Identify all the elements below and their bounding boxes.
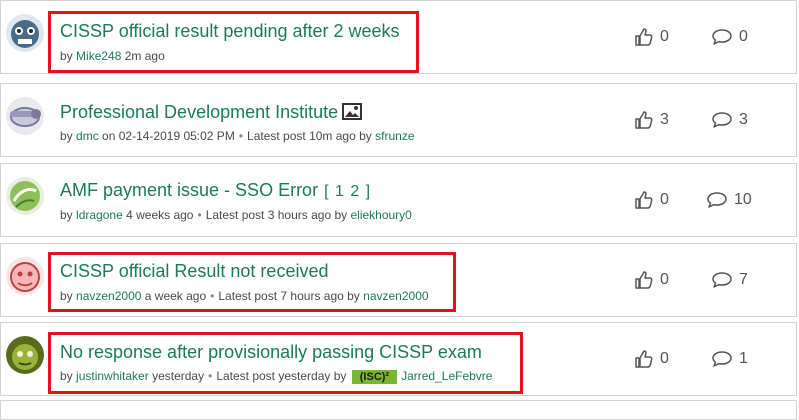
topic-meta: by navzen2000 a week ago • Latest post 7 h… [60, 289, 429, 303]
latest-author-link[interactable]: navzen2000 [363, 289, 428, 303]
author-link[interactable]: justinwhitaker [76, 369, 149, 383]
topic-meta: by dmc on 02-14-2019 05:02 PM • Latest pos… [60, 129, 415, 143]
topic-meta: by Mike248 2m ago [60, 49, 165, 63]
topic-title[interactable]: Professional Development Institute [60, 102, 363, 123]
avatar[interactable] [6, 257, 44, 295]
latest-author-link[interactable]: sfrunze [375, 129, 414, 143]
topic-row[interactable]: No response after provisionally passing … [0, 322, 797, 396]
post-time: 2m ago [124, 49, 165, 63]
topic-meta: by ldragone 4 weeks ago • Latest post 3 ho… [60, 208, 412, 222]
by-label: by [60, 49, 73, 63]
thumbs-up-icon [635, 350, 653, 368]
page-link[interactable]: 1 [335, 183, 345, 200]
reply-count[interactable]: 10 [706, 164, 752, 236]
topic-pages: [ 1 2 ] [324, 183, 372, 200]
topic-row[interactable]: AMF payment issue - SSO Error[ 1 2 ] by … [0, 163, 797, 237]
avatar[interactable] [6, 97, 44, 135]
reply-count[interactable]: 0 [711, 1, 748, 73]
latest-author-link[interactable]: Jarred_LeFebvre [401, 369, 492, 383]
speech-bubble-icon [712, 351, 732, 367]
kudos-count[interactable]: 0 [634, 164, 669, 236]
thumbs-up-icon [635, 28, 653, 46]
topic-title[interactable]: CISSP official Result not received [60, 261, 328, 282]
latest-author-link[interactable]: eliekhoury0 [350, 208, 411, 222]
topic-row[interactable] [0, 400, 797, 420]
kudos-count[interactable]: 3 [634, 84, 669, 156]
topic-meta: by justinwhitaker yesterday • Latest post … [60, 369, 493, 384]
page-link[interactable]: 2 [350, 183, 360, 200]
topic-title[interactable]: CISSP official result pending after 2 we… [60, 21, 400, 42]
avatar[interactable] [6, 177, 44, 215]
reply-count[interactable]: 1 [711, 323, 748, 395]
topic-row[interactable]: CISSP official Result not received by na… [0, 243, 797, 317]
author-link[interactable]: dmc [76, 129, 99, 143]
speech-bubble-icon [707, 192, 727, 208]
author-link[interactable]: ldragone [76, 208, 123, 222]
kudos-count[interactable]: 0 [634, 323, 669, 395]
topic-title[interactable]: AMF payment issue - SSO Error[ 1 2 ] [60, 180, 371, 201]
reply-count[interactable]: 3 [711, 84, 748, 156]
kudos-count[interactable]: 0 [634, 244, 669, 316]
topic-row[interactable]: CISSP official result pending after 2 we… [0, 0, 797, 74]
topic-title[interactable]: No response after provisionally passing … [60, 342, 482, 363]
avatar[interactable] [6, 336, 44, 374]
reply-count[interactable]: 7 [711, 244, 748, 316]
thumbs-up-icon [635, 191, 653, 209]
speech-bubble-icon [712, 272, 732, 288]
author-link[interactable]: navzen2000 [76, 289, 141, 303]
thumbs-up-icon [635, 271, 653, 289]
isc-badge: (ISC)² [351, 370, 398, 384]
speech-bubble-icon [712, 29, 732, 45]
author-link[interactable]: Mike248 [76, 49, 121, 63]
topic-row[interactable]: Professional Development Institute by dm… [0, 83, 797, 157]
avatar[interactable] [6, 14, 44, 52]
image-icon [342, 103, 363, 120]
speech-bubble-icon [712, 112, 732, 128]
kudos-count[interactable]: 0 [634, 1, 669, 73]
thumbs-up-icon [635, 111, 653, 129]
